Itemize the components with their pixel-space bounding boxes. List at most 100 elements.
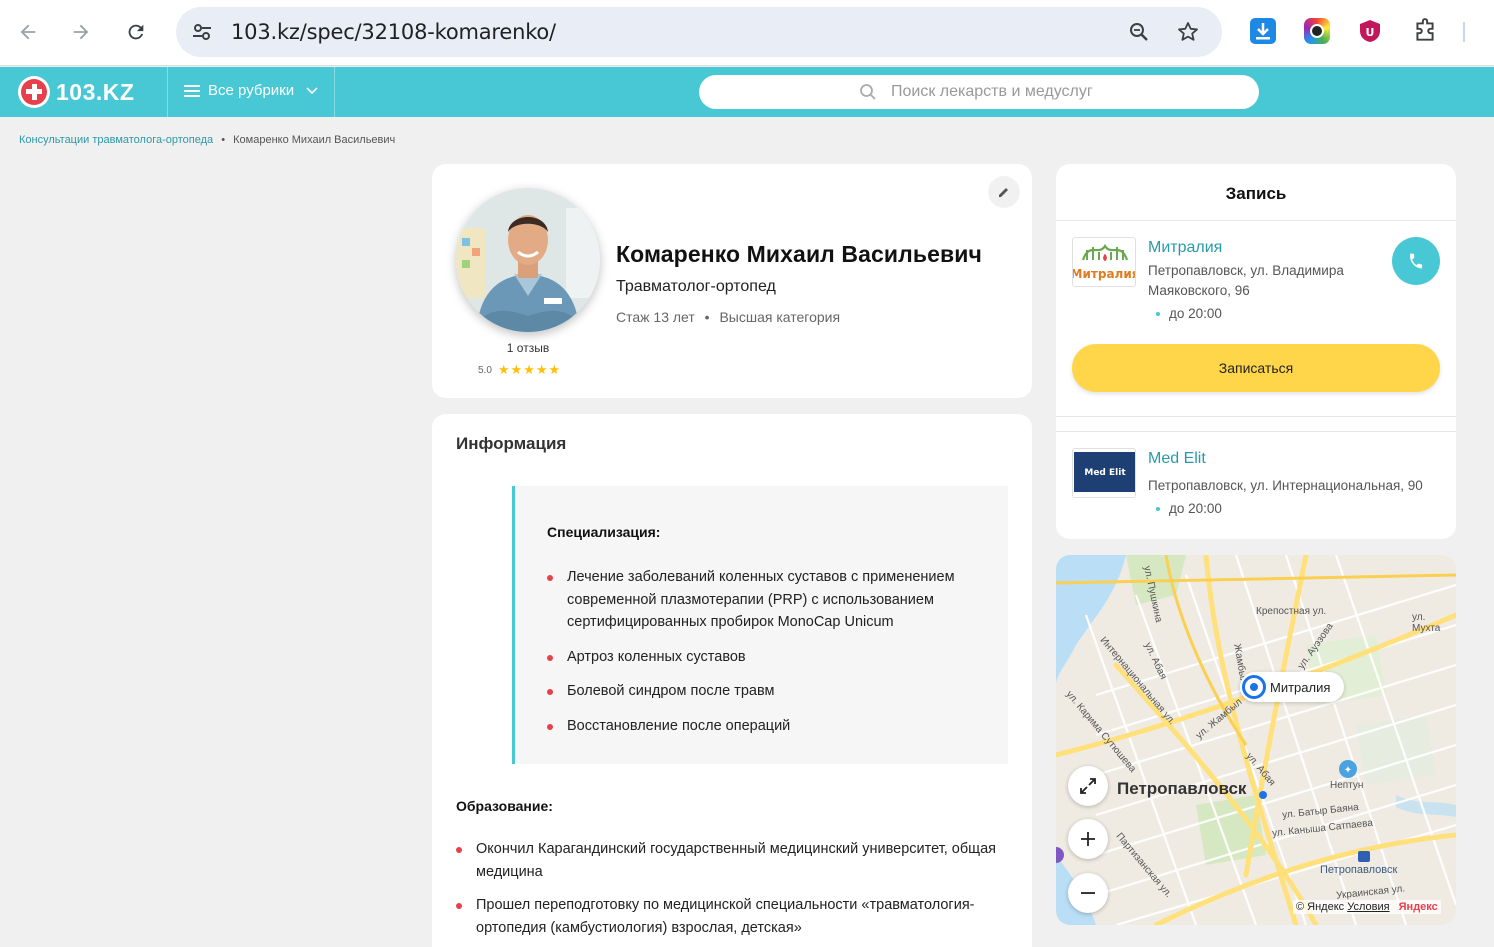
svg-text:U: U <box>1366 26 1375 39</box>
booking-card: Запись Митралия Митралия Петропавловск, … <box>1056 164 1456 539</box>
arrow-left-icon <box>20 24 36 40</box>
breadcrumb-link[interactable]: Консультации травматолога-ортопеда <box>19 134 213 146</box>
site-header: 103.KZ Все рубрики Поиск лекарств и меду… <box>0 67 1494 117</box>
search-icon <box>860 84 876 100</box>
map-attribution: © Яндекс Условия Яндекс <box>1293 900 1441 914</box>
toolbar-divider <box>1463 22 1465 42</box>
list-item: Окончил Карагандинский государственный м… <box>456 838 1016 883</box>
clinic-logo-text: Митралия <box>1073 267 1136 281</box>
arrow-right-icon <box>73 24 89 40</box>
expand-icon <box>1080 778 1096 794</box>
map-zoom-in-button[interactable] <box>1068 819 1108 859</box>
header-divider <box>167 67 168 117</box>
edit-button[interactable] <box>988 176 1020 208</box>
header-divider <box>334 67 335 117</box>
divider <box>1056 416 1456 417</box>
bullet-separator: • <box>704 309 710 325</box>
phone-icon <box>1410 253 1423 269</box>
info-title: Информация <box>456 434 567 453</box>
rubrics-label: Все рубрики <box>208 82 295 99</box>
clinic-address: Петропавловск, ул. Владимира Маяковского… <box>1148 263 1344 298</box>
logo-text: 103.KZ <box>56 78 135 105</box>
list-item: Болевой синдром после травм <box>547 680 987 703</box>
clinic-name-link[interactable]: Med Elit <box>1148 450 1206 468</box>
hamburger-icon <box>184 84 200 97</box>
map-street-label: Крепостная ул. <box>1256 606 1327 617</box>
zoom-icon[interactable] <box>1126 19 1152 45</box>
map-fullscreen-button[interactable] <box>1068 766 1108 806</box>
rating: 5.0 ★★★★★ <box>478 362 561 378</box>
info-card: Информация Специализация: Лечение заболе… <box>432 414 1032 947</box>
map-street-label: ул. Мухта <box>1412 612 1441 634</box>
browser-toolbar: 103.kz/spec/32108-komarenko/ U <box>0 0 1494 66</box>
rubrics-menu-button[interactable]: Все рубрики <box>184 82 318 99</box>
clinic-name-link[interactable]: Митралия <box>1148 239 1222 257</box>
clinic-address: Петропавловск, ул. Интернациональная, 90 <box>1148 478 1423 493</box>
breadcrumb-separator: • <box>221 134 226 146</box>
map-copyright: © Яндекс <box>1296 901 1345 913</box>
reload-icon <box>128 24 144 40</box>
red-cross-icon <box>18 76 50 108</box>
map-place-label: Нептун <box>1330 780 1364 791</box>
svg-text:✦: ✦ <box>1344 765 1352 776</box>
address-bar[interactable]: 103.kz/spec/32108-komarenko/ <box>176 7 1222 57</box>
clinic-logo-med-elit[interactable]: Med Elit <box>1072 448 1136 498</box>
list-item: Лечение заболеваний коленных суставов с … <box>547 566 987 634</box>
breadcrumb-current: Комаренко Михаил Васильевич <box>233 134 396 146</box>
rating-value: 5.0 <box>478 364 492 376</box>
doctor-specialty: Травматолог-ортопед <box>616 278 776 295</box>
doctor-photo <box>456 188 600 332</box>
clinic-hours-text: до 20:00 <box>1169 306 1222 321</box>
map-zoom-out-button[interactable] <box>1068 873 1108 913</box>
status-dot <box>1156 312 1160 317</box>
map[interactable]: ✦ ул. Пушкина Крепостная ул. ул. Мухта И… <box>1056 555 1456 925</box>
booking-title: Запись <box>1225 184 1287 203</box>
map-terms-link[interactable]: Условия <box>1347 901 1389 913</box>
chevron-down-icon <box>306 86 318 94</box>
bookmark-star-icon[interactable] <box>1175 19 1201 45</box>
map-pin-label: Митралия <box>1270 679 1331 695</box>
clinic-hours: до 20:00 <box>1156 501 1222 516</box>
clinic-logo-text: Med Elit <box>1084 468 1126 478</box>
divider <box>1056 431 1456 432</box>
site-logo[interactable]: 103.KZ <box>18 76 134 108</box>
call-button[interactable] <box>1392 237 1440 285</box>
site-settings-icon[interactable] <box>190 20 214 44</box>
doctor-experience: Стаж 13 лет • Высшая категория <box>616 309 840 325</box>
specialization-heading: Специализация: <box>547 524 661 540</box>
map-city-label: Петропавловск <box>1117 779 1247 798</box>
list-item: Артроз коленных суставов <box>547 646 987 669</box>
clinic-logo-mitralia[interactable]: Митралия <box>1072 237 1136 287</box>
clinic-hours: до 20:00 <box>1156 306 1222 321</box>
plus-icon <box>1081 832 1095 846</box>
reviews-count[interactable]: 1 отзыв <box>456 341 600 355</box>
ublock-shield-icon[interactable]: U <box>1357 18 1383 44</box>
yandex-logo[interactable]: Яндекс <box>1399 901 1438 913</box>
divider <box>1056 220 1456 221</box>
status-dot <box>1156 507 1160 512</box>
map-pin-icon <box>1242 675 1266 699</box>
experience-text: Стаж 13 лет <box>616 309 695 325</box>
book-appointment-button[interactable]: Записаться <box>1072 344 1440 392</box>
forward-button[interactable] <box>63 14 99 50</box>
education-list: Окончил Карагандинский государственный м… <box>456 838 1016 947</box>
list-item: Прошел переподготовку по медицинской спе… <box>456 894 1016 939</box>
reload-button[interactable] <box>118 14 154 50</box>
back-button[interactable] <box>10 14 46 50</box>
url-text[interactable]: 103.kz/spec/32108-komarenko/ <box>231 20 556 44</box>
doctor-profile-card: 1 отзыв 5.0 ★★★★★ Комаренко Михаил Васил… <box>432 164 1032 398</box>
pencil-icon <box>999 188 1008 197</box>
rating-stars-icon: ★★★★★ <box>497 362 562 377</box>
education-heading: Образование: <box>456 798 553 814</box>
map-pin-mitralia[interactable]: Митралия <box>1240 672 1345 702</box>
breadcrumb: Консультации травматолога-ортопеда • Ком… <box>19 134 395 146</box>
search-placeholder: Поиск лекарств и медуслуг <box>891 83 1093 100</box>
specialization-box: Специализация: Лечение заболеваний колен… <box>512 486 1008 764</box>
doctor-name: Комаренко Михаил Васильевич <box>616 241 982 267</box>
download-extension-icon[interactable] <box>1250 18 1276 44</box>
list-item: Восстановление после операций <box>547 715 987 738</box>
camera-extension-icon[interactable] <box>1304 18 1330 44</box>
minus-icon <box>1081 892 1095 894</box>
site-search-input[interactable]: Поиск лекарств и медуслуг <box>699 75 1259 109</box>
extensions-puzzle-icon[interactable] <box>1412 18 1438 44</box>
